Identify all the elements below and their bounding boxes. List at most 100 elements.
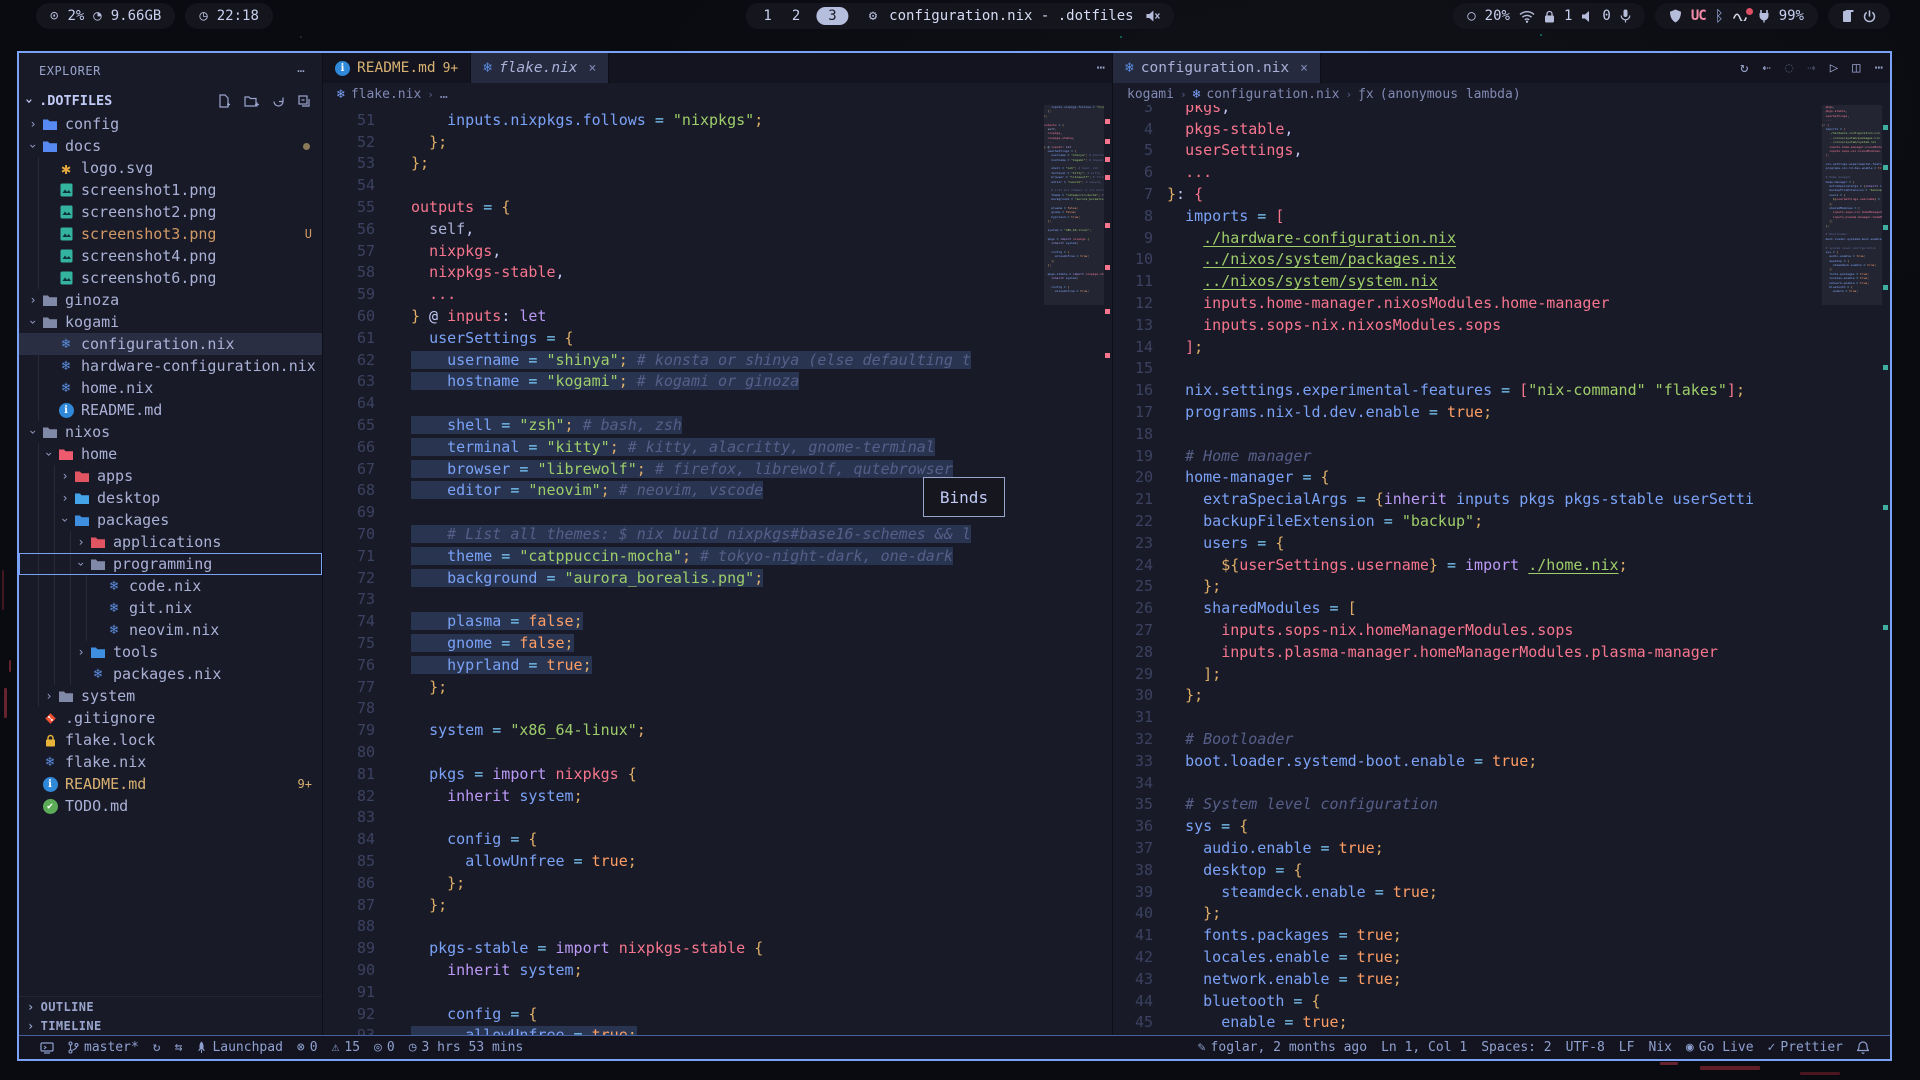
breadcrumb-item[interactable]: (anonymous lambda)	[1380, 87, 1521, 102]
tree-item-config[interactable]: ›config	[19, 113, 322, 135]
idle-lock-icon[interactable]	[1544, 10, 1555, 23]
code-line-86[interactable]: 86 };	[323, 872, 1112, 894]
code-line-6[interactable]: 6 ...	[1113, 161, 1890, 183]
code-line-83[interactable]: 83	[323, 807, 1112, 829]
tree-item-screenshot4.png[interactable]: screenshot4.png	[19, 245, 322, 267]
code-line-88[interactable]: 88	[323, 915, 1112, 937]
minimap[interactable]: pkgs, pkgs-stable, userSettings, ...}: {…	[1822, 105, 1882, 1035]
code-line-72[interactable]: 72 background = "aurora_borealis.png";	[323, 567, 1112, 589]
nav-circle-icon[interactable]: ◌	[1778, 53, 1800, 83]
clock-pill[interactable]: ◷ 22:18	[185, 3, 273, 29]
code-line-30[interactable]: 30 };	[1113, 685, 1890, 707]
code-line-74[interactable]: 74 plasma = false;	[323, 610, 1112, 632]
statusbar-item-lf[interactable]: LF	[1612, 1040, 1642, 1055]
tree-item-ginoza[interactable]: ›ginoza	[19, 289, 322, 311]
code-line-52[interactable]: 52 };	[323, 131, 1112, 153]
code-line-41[interactable]: 41 fonts.packages = true;	[1113, 924, 1890, 946]
brightness-icon[interactable]: ○	[1467, 8, 1475, 24]
code-line-42[interactable]: 42 locales.enable = true;	[1113, 946, 1890, 968]
power-icon[interactable]	[1863, 10, 1876, 23]
code-line-44[interactable]: 44 bluetooth = {	[1113, 990, 1890, 1012]
code-line-23[interactable]: 23 users = {	[1113, 532, 1890, 554]
close-icon[interactable]: ×	[589, 61, 597, 76]
tree-item-git.nix[interactable]: ❄git.nix	[19, 597, 322, 619]
tree-item-nixos[interactable]: ›nixos	[19, 421, 322, 443]
speaker-muted-icon[interactable]	[1146, 9, 1161, 23]
tab-configuration.nix[interactable]: ❄configuration.nix×	[1113, 53, 1321, 83]
tree-item-code.nix[interactable]: ❄code.nix	[19, 575, 322, 597]
workspace-root-row[interactable]: › .DOTFILES	[19, 89, 322, 113]
tab-README.md[interactable]: iREADME.md9+	[323, 53, 471, 83]
code-editor-flake[interactable]: 51 inputs.nixpkgs.follows = "nixpkgs";52…	[323, 105, 1112, 1035]
code-line-55[interactable]: 55outputs = {	[323, 196, 1112, 218]
statusbar-item-0[interactable]: ◎0	[367, 1040, 402, 1055]
nav-back-icon[interactable]: ⇠	[1755, 53, 1777, 83]
statusbar-item-ln-1-col-1[interactable]: Ln 1, Col 1	[1374, 1040, 1474, 1055]
code-line-61[interactable]: 61 userSettings = {	[323, 327, 1112, 349]
statusbar-item-go-live[interactable]: ◉Go Live	[1679, 1040, 1761, 1055]
statusbar-item-0[interactable]: ⊗0	[290, 1040, 325, 1055]
tree-item-screenshot3.png[interactable]: screenshot3.pngU	[19, 223, 322, 245]
tree-item-docs[interactable]: ›docs	[19, 135, 322, 157]
code-line-45[interactable]: 45 enable = true;	[1113, 1011, 1890, 1033]
code-line-31[interactable]: 31	[1113, 706, 1890, 728]
code-line-32[interactable]: 32 # Bootloader	[1113, 728, 1890, 750]
code-line-5[interactable]: 5 userSettings,	[1113, 140, 1890, 162]
tree-item-logo.svg[interactable]: ✱logo.svg	[19, 157, 322, 179]
microphone-icon[interactable]	[1620, 9, 1631, 23]
code-line-81[interactable]: 81 pkgs = import nixpkgs {	[323, 763, 1112, 785]
code-line-54[interactable]: 54	[323, 174, 1112, 196]
code-line-64[interactable]: 64	[323, 392, 1112, 414]
code-line-78[interactable]: 78	[323, 698, 1112, 720]
history-icon[interactable]: ↻	[1733, 53, 1755, 83]
code-line-62[interactable]: 62 username = "shinya"; # konsta or shin…	[323, 349, 1112, 371]
code-line-73[interactable]: 73	[323, 589, 1112, 611]
minimap-slider[interactable]	[1044, 105, 1104, 305]
bluetooth-icon[interactable]: ᛒ	[1715, 7, 1724, 25]
statusbar-item-utf-8[interactable]: UTF-8	[1559, 1040, 1612, 1055]
code-line-9[interactable]: 9 ./hardware-configuration.nix	[1113, 227, 1890, 249]
nav-forward-icon[interactable]: ⇢	[1800, 53, 1822, 83]
wifi-icon[interactable]	[1519, 10, 1535, 23]
workspace-1[interactable]: 1	[759, 8, 775, 24]
statusbar-item-foglar-2-months-ago[interactable]: ✎foglar, 2 months ago	[1191, 1040, 1374, 1055]
tree-item-packages.nix[interactable]: ❄packages.nix	[19, 663, 322, 685]
code-line-35[interactable]: 35 # System level configuration	[1113, 794, 1890, 816]
tree-item-flake.lock[interactable]: flake.lock	[19, 729, 322, 751]
tree-item-system[interactable]: ›system	[19, 685, 322, 707]
statusbar-item[interactable]	[1850, 1041, 1876, 1054]
code-line-93[interactable]: 93 allowUnfree = true;	[323, 1024, 1112, 1035]
code-editor-configuration[interactable]: 3 pkgs,4 pkgs-stable,5 userSettings,6 ..…	[1113, 105, 1890, 1035]
workspace-2[interactable]: 2	[788, 8, 804, 24]
code-line-13[interactable]: 13 inputs.sops-nix.nixosModules.sops	[1113, 314, 1890, 336]
code-line-84[interactable]: 84 config = {	[323, 828, 1112, 850]
tree-item-screenshot1.png[interactable]: screenshot1.png	[19, 179, 322, 201]
code-line-36[interactable]: 36 sys = {	[1113, 815, 1890, 837]
breadcrumb[interactable]: ❄flake.nix›…	[323, 83, 1112, 105]
code-line-26[interactable]: 26 sharedModules = [	[1113, 597, 1890, 619]
tree-item-hardware-configuration.nix[interactable]: ❄hardware-configuration.nix	[19, 355, 322, 377]
run-icon[interactable]: ▷	[1823, 53, 1845, 83]
breadcrumb-item[interactable]: kogami	[1127, 87, 1174, 102]
code-line-7[interactable]: 7}: {	[1113, 183, 1890, 205]
statusbar-item-prettier[interactable]: ✓Prettier	[1761, 1040, 1850, 1055]
scrollbar[interactable]	[1104, 105, 1112, 1035]
code-line-56[interactable]: 56 self,	[323, 218, 1112, 240]
breadcrumb-item[interactable]: …	[440, 87, 448, 102]
tree-item-neovim.nix[interactable]: ❄neovim.nix	[19, 619, 322, 641]
code-line-33[interactable]: 33 boot.loader.systemd-boot.enable = tru…	[1113, 750, 1890, 772]
split-editor-icon[interactable]: ◫	[1845, 53, 1867, 83]
code-line-63[interactable]: 63 hostname = "kogami"; # kogami or gino…	[323, 371, 1112, 393]
tree-item-README.md[interactable]: iREADME.md	[19, 399, 322, 421]
code-line-80[interactable]: 80	[323, 741, 1112, 763]
timeline-panel-header[interactable]: › TIMELINE	[19, 1016, 322, 1035]
tree-item-screenshot2.png[interactable]: screenshot2.png	[19, 201, 322, 223]
code-line-82[interactable]: 82 inherit system;	[323, 785, 1112, 807]
system-stats-pill[interactable]: ⊙ 2% ◔ 9.66GB	[36, 3, 175, 29]
code-line-29[interactable]: 29 ];	[1113, 663, 1890, 685]
code-line-38[interactable]: 38 desktop = {	[1113, 859, 1890, 881]
code-line-58[interactable]: 58 nixpkgs-stable,	[323, 262, 1112, 284]
new-folder-icon[interactable]	[241, 95, 262, 108]
code-line-19[interactable]: 19 # Home manager	[1113, 445, 1890, 467]
code-line-89[interactable]: 89 pkgs-stable = import nixpkgs-stable {	[323, 937, 1112, 959]
